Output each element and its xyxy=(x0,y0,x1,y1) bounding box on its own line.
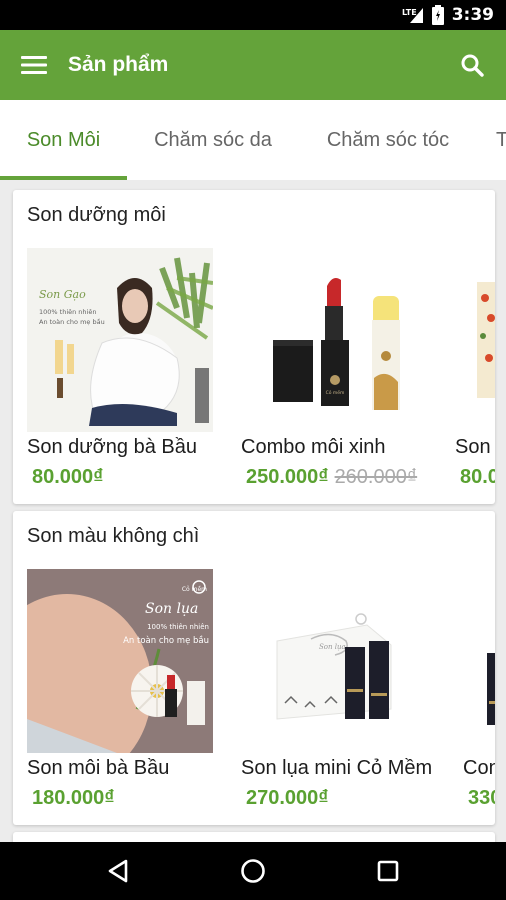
product-card[interactable]: Cỏ mềm Son lụa 100% thiên nhiên An toàn … xyxy=(27,569,217,819)
product-name: Combo môi xinh xyxy=(241,436,386,458)
section-title: Son màu không chì xyxy=(27,525,200,547)
product-price: 80.0 xyxy=(460,466,495,488)
page-title: Sản phẩm xyxy=(68,53,169,76)
product-old-price: 260.000₫ xyxy=(334,466,418,488)
status-bar: LTE 3:39 xyxy=(0,0,506,30)
recents-button[interactable] xyxy=(368,851,408,891)
svg-text:An toàn cho mẹ bầu: An toàn cho mẹ bầu xyxy=(123,635,209,646)
product-price: 330 xyxy=(468,787,495,809)
recents-square-icon xyxy=(378,860,399,882)
app-bar: Sản phẩm xyxy=(0,30,506,100)
product-name: Son xyxy=(455,436,491,458)
home-circle-icon xyxy=(241,859,265,883)
home-button[interactable] xyxy=(233,851,273,891)
product-name: Con xyxy=(463,757,495,779)
battery-icon xyxy=(431,5,444,25)
active-tab-indicator xyxy=(0,176,127,180)
search-button[interactable] xyxy=(454,47,490,83)
product-image xyxy=(455,248,495,432)
product-image: Son Gạo 100% thiên nhiên An toàn cho mẹ … xyxy=(27,248,213,432)
svg-text:LTE: LTE xyxy=(402,8,417,17)
product-card[interactable]: Son 80.0 xyxy=(455,248,495,498)
section-card-son-mau-khong-chi: Son màu không chì Cỏ mềm Son lụa 100% th… xyxy=(13,511,495,825)
search-icon xyxy=(461,54,484,77)
section-card-son-duong-moi: Son dưỡng môi Son Gạo 100% thiên nhiên A… xyxy=(13,190,495,504)
product-image: Son lụa xyxy=(241,569,427,753)
lte-signal-icon: LTE xyxy=(402,6,424,24)
status-time: 3:39 xyxy=(451,5,494,25)
tab-son-moi[interactable]: Son Môi xyxy=(0,100,127,180)
svg-text:100% thiên nhiên: 100% thiên nhiên xyxy=(147,623,209,631)
svg-text:Son Gạo: Son Gạo xyxy=(39,288,86,301)
back-triangle-icon xyxy=(108,859,127,883)
svg-text:Son lụa: Son lụa xyxy=(319,643,346,651)
tab-cham-soc-toc[interactable]: Chăm sóc tóc xyxy=(310,100,466,180)
svg-text:An toàn cho mẹ bầu: An toàn cho mẹ bầu xyxy=(39,318,105,326)
product-image: Cỏ mềm Son lụa 100% thiên nhiên An toàn … xyxy=(27,569,213,753)
product-price: 250.000₫ 260.000₫ xyxy=(246,466,418,488)
product-image xyxy=(463,569,495,753)
product-image: Cỏ mềm xyxy=(241,248,427,432)
back-button[interactable] xyxy=(98,851,138,891)
product-card[interactable]: Cỏ mềm Combo môi xinh 250.000₫ 260.000₫ xyxy=(241,248,431,498)
category-tabs: Son Môi Chăm sóc da Chăm sóc tóc T xyxy=(0,100,506,180)
tab-partial[interactable]: T xyxy=(496,100,506,180)
product-name: Son lụa mini Cỏ Mềm xyxy=(241,757,433,779)
product-price: 270.000₫ xyxy=(246,787,329,809)
product-price: 80.000₫ xyxy=(32,466,104,488)
svg-text:Son lụa: Son lụa xyxy=(145,601,198,617)
product-name: Son dưỡng bà Bầu xyxy=(27,436,197,458)
product-price: 180.000₫ xyxy=(32,787,115,809)
tab-cham-soc-da[interactable]: Chăm sóc da xyxy=(138,100,288,180)
svg-text:100% thiên nhiên: 100% thiên nhiên xyxy=(39,308,96,316)
product-name: Son môi bà Bầu xyxy=(27,757,170,779)
svg-text:Cỏ mềm: Cỏ mềm xyxy=(182,585,207,593)
system-nav-bar xyxy=(0,842,506,900)
section-title: Son dưỡng môi xyxy=(27,204,166,226)
hamburger-menu-icon xyxy=(21,56,47,74)
product-card[interactable]: Son lụa Son lụa mini Cỏ Mềm 270.000₫ xyxy=(241,569,432,819)
product-card[interactable]: Con 330 xyxy=(463,569,495,819)
product-card[interactable]: Son Gạo 100% thiên nhiên An toàn cho mẹ … xyxy=(27,248,217,498)
menu-button[interactable] xyxy=(16,47,52,83)
